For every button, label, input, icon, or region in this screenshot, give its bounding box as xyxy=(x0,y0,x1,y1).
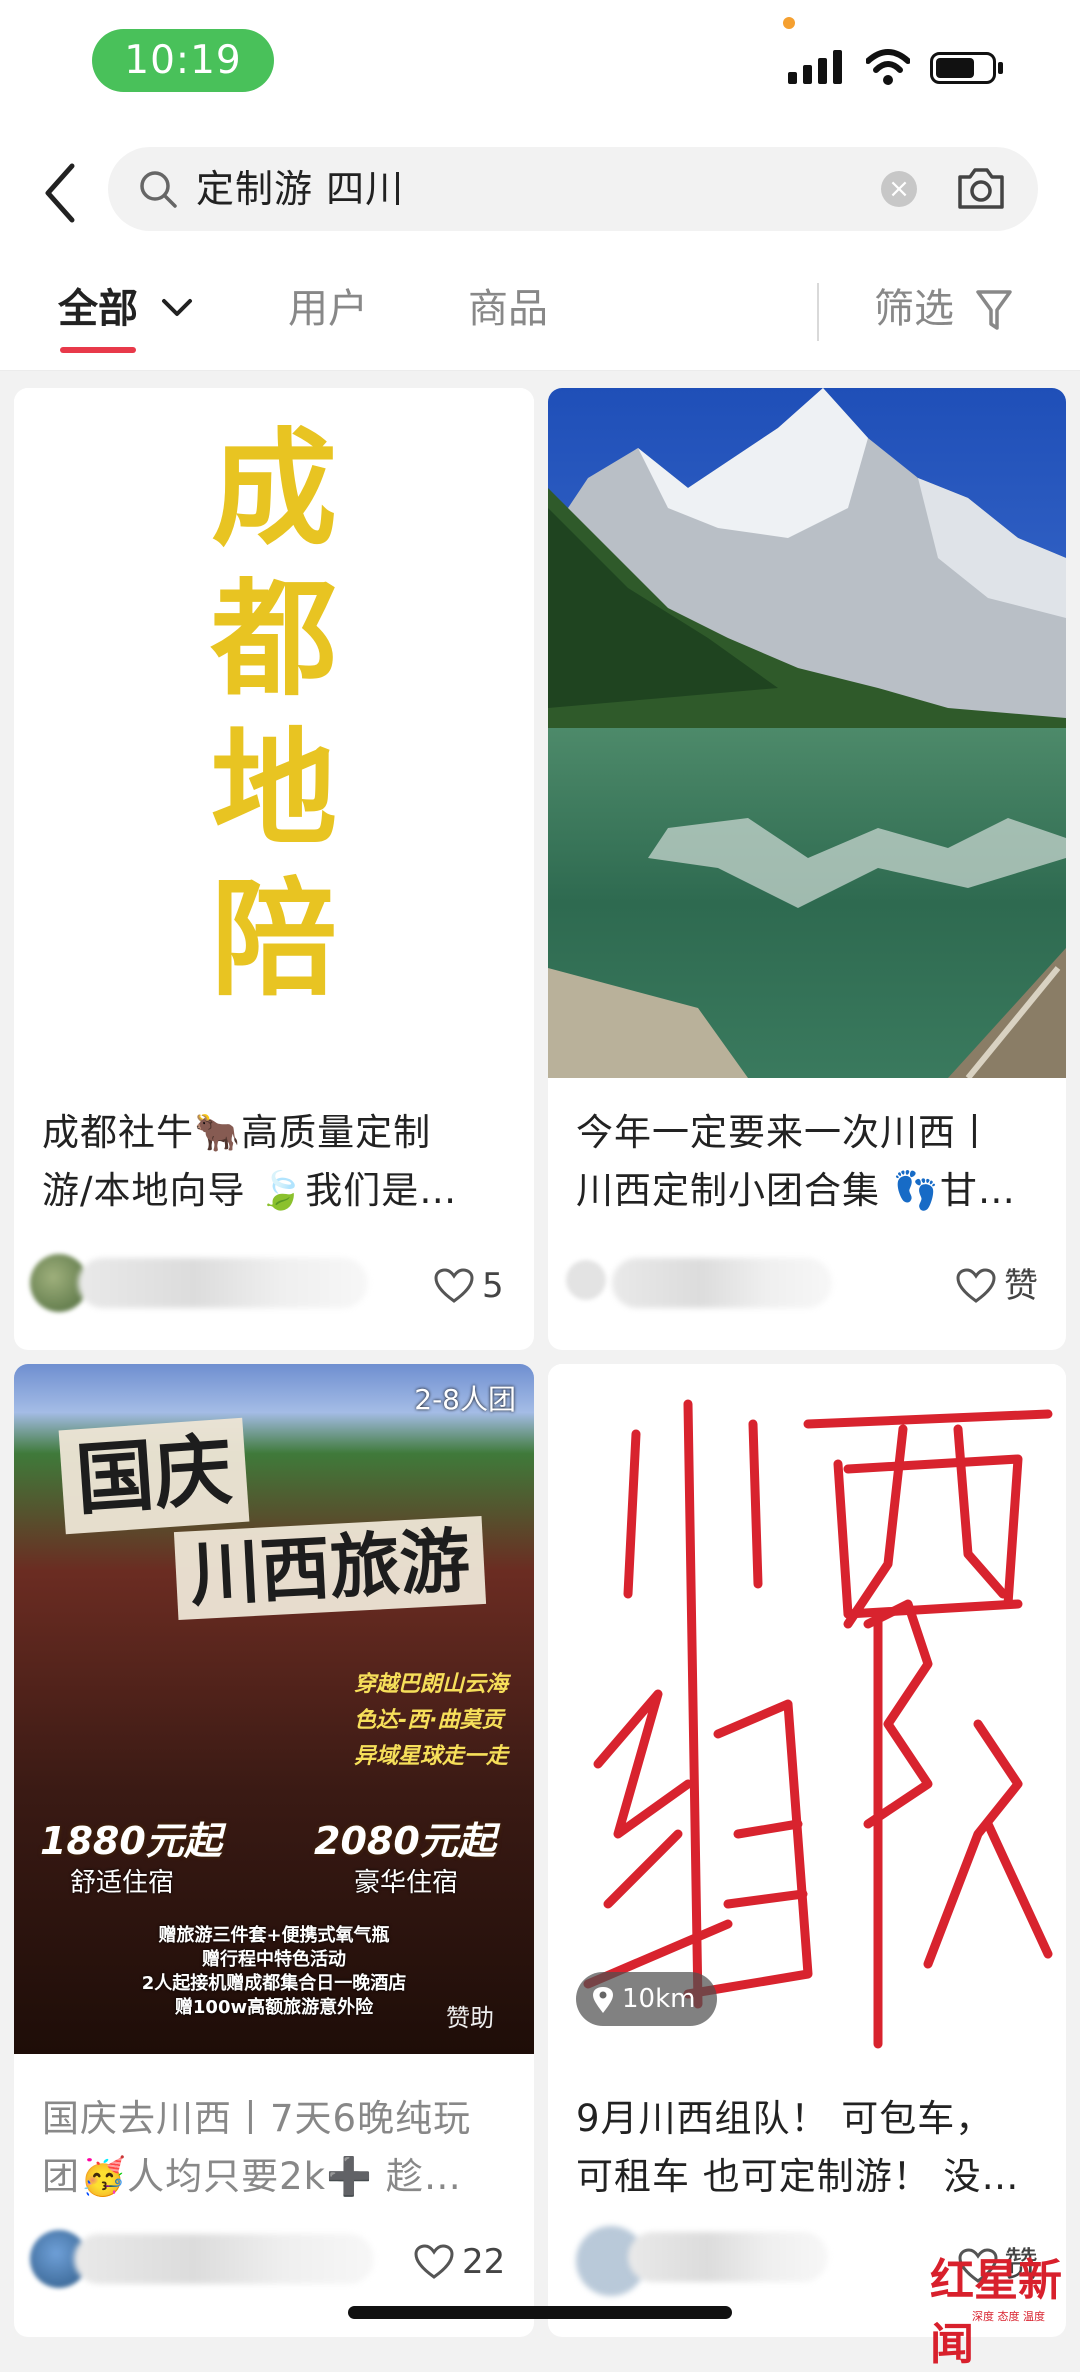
distance-text: 10km xyxy=(622,1984,696,2014)
privacy-indicator-dot xyxy=(783,17,795,29)
route-item: 异域星球走一走 xyxy=(354,1744,509,1769)
poster-title: 国庆 xyxy=(58,1417,250,1535)
card-title[interactable]: 9月川西组队！ 可包车， 可租车 也可定制游！ 没… xyxy=(576,2090,1044,2206)
tab-divider xyxy=(817,283,819,341)
like-count: 22 xyxy=(462,2242,506,2282)
card-title[interactable]: 今年一定要来一次川西丨 川西定制小团合集 👣甘… xyxy=(576,1104,1044,1220)
cellular-signal-icon xyxy=(788,50,842,84)
feed-card[interactable]: 2-8人团 国庆 川西旅游 穿越巴朗山云海 色达-西·曲莫贡 异域星球走一走 1… xyxy=(14,1364,534,2337)
sponsor-label: 赞助 xyxy=(446,2004,494,2032)
card-cover-image[interactable]: 成 都 地 陪 xyxy=(14,388,534,1074)
poster-notes: 赠旅游三件套+便携式氧气瓶 赠行程中特色活动 2人起接机赠成都集合日一晚酒店 赠… xyxy=(141,1925,407,2018)
active-tab-indicator xyxy=(60,347,136,353)
calligraphy-char: 陪 xyxy=(211,865,337,1013)
handwriting-drawing xyxy=(583,1399,1053,2049)
battery-icon xyxy=(930,52,1003,84)
wifi-icon xyxy=(866,49,910,85)
poster-subtitle: 川西旅游 xyxy=(173,1516,487,1620)
search-icon xyxy=(140,171,177,208)
calligraphy-char: 地 xyxy=(211,715,337,863)
route-item: 穿越巴朗山云海 xyxy=(354,1672,509,1697)
price-left-caption: 舒适住宿 xyxy=(70,1868,175,1898)
back-arrow-icon[interactable] xyxy=(40,160,80,226)
search-query[interactable]: 定制游 四川 xyxy=(196,147,404,231)
heart-icon[interactable] xyxy=(434,1268,474,1304)
card-title[interactable]: 国庆去川西丨7天6晚纯玩 团🥳人均只要2k➕ 趁… xyxy=(42,2090,512,2206)
price-left: 1880元起 xyxy=(40,1819,222,1863)
card-cover-image[interactable]: 2-8人团 国庆 川西旅游 穿越巴朗山云海 色达-西·曲莫贡 异域星球走一走 1… xyxy=(14,1364,534,2054)
tab-all[interactable]: 全部 xyxy=(58,281,138,337)
card-cover-image[interactable] xyxy=(548,388,1066,1078)
route-item: 色达-西·曲莫贡 xyxy=(354,1708,504,1733)
clear-search-icon[interactable]: × xyxy=(881,171,917,207)
author-name-blurred[interactable] xyxy=(628,2232,828,2282)
author-name-blurred[interactable] xyxy=(612,1258,832,1308)
feed-card[interactable]: 10km 9月川西组队！ 可包车， 可租车 也可定制游！ 没… 赞 xyxy=(548,1364,1066,2337)
group-size-badge: 2-8人团 xyxy=(414,1383,516,1416)
like-label: 赞 xyxy=(1004,1266,1038,1306)
like-count: 5 xyxy=(482,1266,504,1306)
author-name-blurred[interactable] xyxy=(74,2234,374,2284)
home-indicator[interactable] xyxy=(348,2306,732,2319)
avatar[interactable] xyxy=(566,1260,606,1300)
feed-card[interactable]: 成 都 地 陪 成都社牛🐂高质量定制 游/本地向导 🍃我们是… 5 xyxy=(14,388,534,1350)
tab-users[interactable]: 用户 xyxy=(288,281,368,337)
heart-icon[interactable] xyxy=(414,2244,454,2280)
location-pin-icon xyxy=(593,1986,613,2013)
feed-card[interactable]: 今年一定要来一次川西丨 川西定制小团合集 👣甘… 赞 xyxy=(548,388,1066,1350)
filter-button[interactable]: 筛选 xyxy=(874,281,954,337)
chevron-down-icon[interactable] xyxy=(160,297,194,319)
camera-search-icon[interactable] xyxy=(956,165,1006,211)
price-right-caption: 豪华住宿 xyxy=(354,1868,459,1898)
search-header: 定制游 四川 × xyxy=(0,120,1080,255)
filter-funnel-icon[interactable] xyxy=(975,288,1013,332)
search-input[interactable]: 定制游 四川 × xyxy=(108,147,1038,231)
distance-badge: 10km xyxy=(576,1972,718,2026)
author-name-blurred[interactable] xyxy=(78,1258,368,1308)
news-watermark-tagline: 深度 态度 温度 xyxy=(972,2310,1045,2323)
price-right: 2080元起 xyxy=(314,1819,496,1863)
heart-icon[interactable] xyxy=(956,1268,996,1304)
status-bar: 10:19 xyxy=(0,0,1080,120)
filter-tab-bar: 全部 用户 商品 筛选 xyxy=(0,255,1080,371)
card-title[interactable]: 成都社牛🐂高质量定制 游/本地向导 🍃我们是… xyxy=(42,1104,512,1220)
calligraphy-char: 成 xyxy=(211,415,337,563)
status-time: 10:19 xyxy=(92,29,274,92)
calligraphy-char: 都 xyxy=(211,565,337,713)
tab-goods[interactable]: 商品 xyxy=(468,281,548,337)
card-cover-image[interactable]: 10km xyxy=(548,1364,1066,2054)
